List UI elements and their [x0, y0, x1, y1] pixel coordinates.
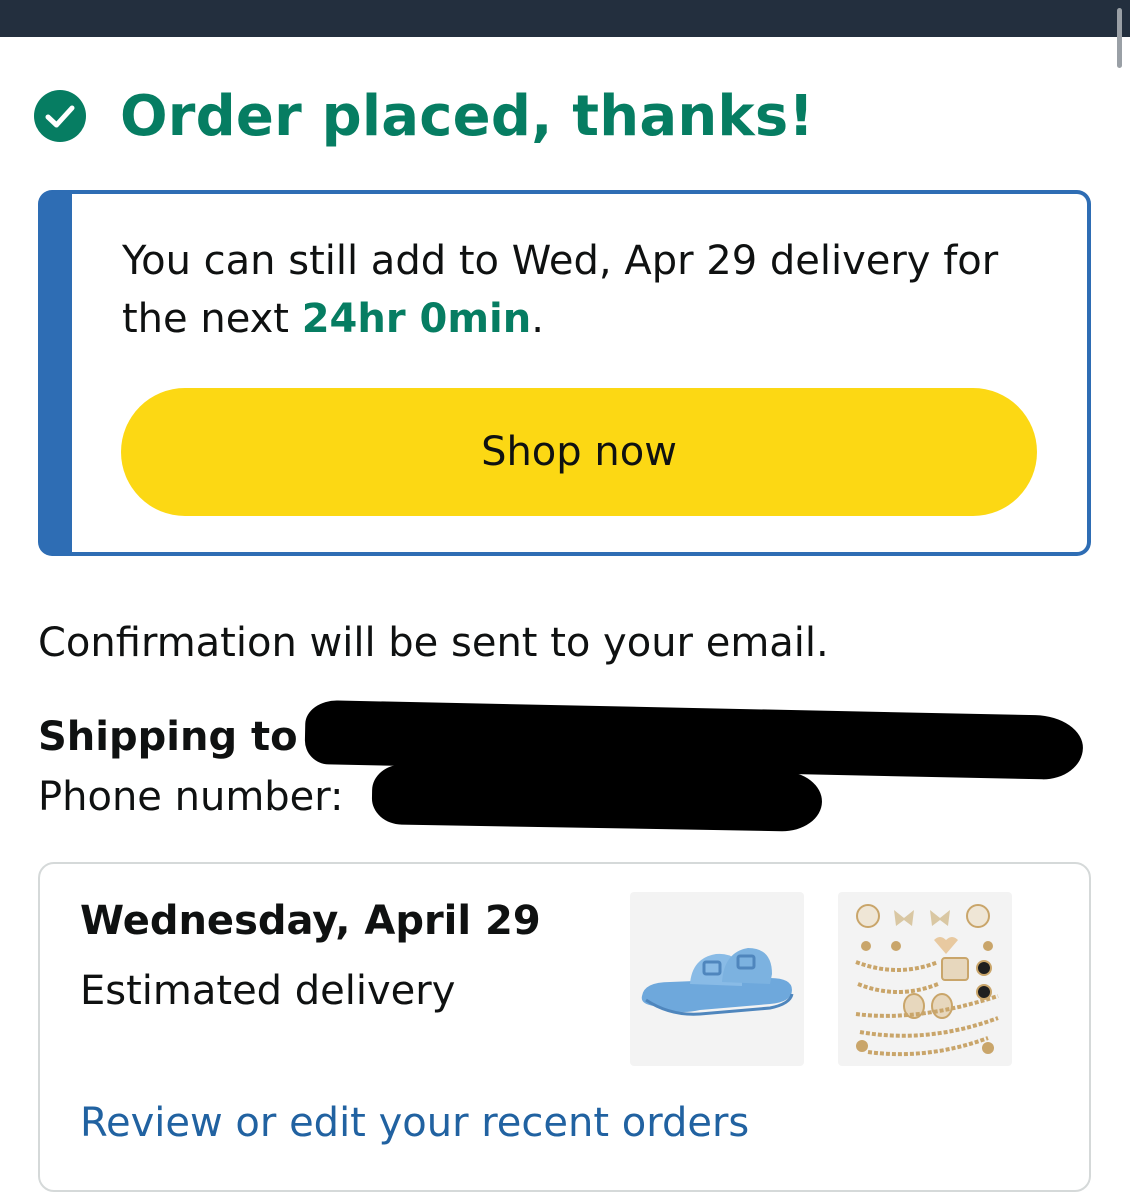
delivery-date: Wednesday, April 29 [80, 898, 541, 944]
review-orders-link[interactable]: Review or edit your recent orders [80, 1100, 749, 1146]
product-thumbnail-charms[interactable] [838, 892, 1012, 1066]
check-circle-icon [34, 90, 86, 142]
scrollbar[interactable] [1117, 8, 1122, 68]
page-title: Order placed, thanks! [120, 83, 815, 149]
product-thumbnail-sandal[interactable] [630, 892, 804, 1066]
add-to-delivery-banner: You can still add to Wed, Apr 29 deliver… [38, 190, 1091, 556]
countdown-time: 24hr 0min [301, 296, 532, 342]
shipping-to-label: Shipping to [38, 714, 298, 760]
redacted-phone [371, 764, 823, 832]
shop-now-button[interactable]: Shop now [121, 388, 1037, 516]
promo-text-end: . [531, 296, 544, 342]
delivery-card: Wednesday, April 29 Estimated delivery R… [38, 862, 1091, 1192]
shoe-charms-image [855, 904, 999, 1057]
promo-text: You can still add to Wed, Apr 29 deliver… [122, 238, 999, 342]
top-nav-bar [0, 0, 1130, 37]
order-confirmation-header: Order placed, thanks! [34, 83, 815, 149]
estimated-delivery-label: Estimated delivery [80, 968, 456, 1014]
promo-message: You can still add to Wed, Apr 29 deliver… [122, 232, 1052, 348]
email-confirmation-note: Confirmation will be sent to your email. [38, 620, 829, 666]
phone-number-label: Phone number: [38, 774, 344, 820]
blue-sandal-image [641, 948, 794, 1016]
